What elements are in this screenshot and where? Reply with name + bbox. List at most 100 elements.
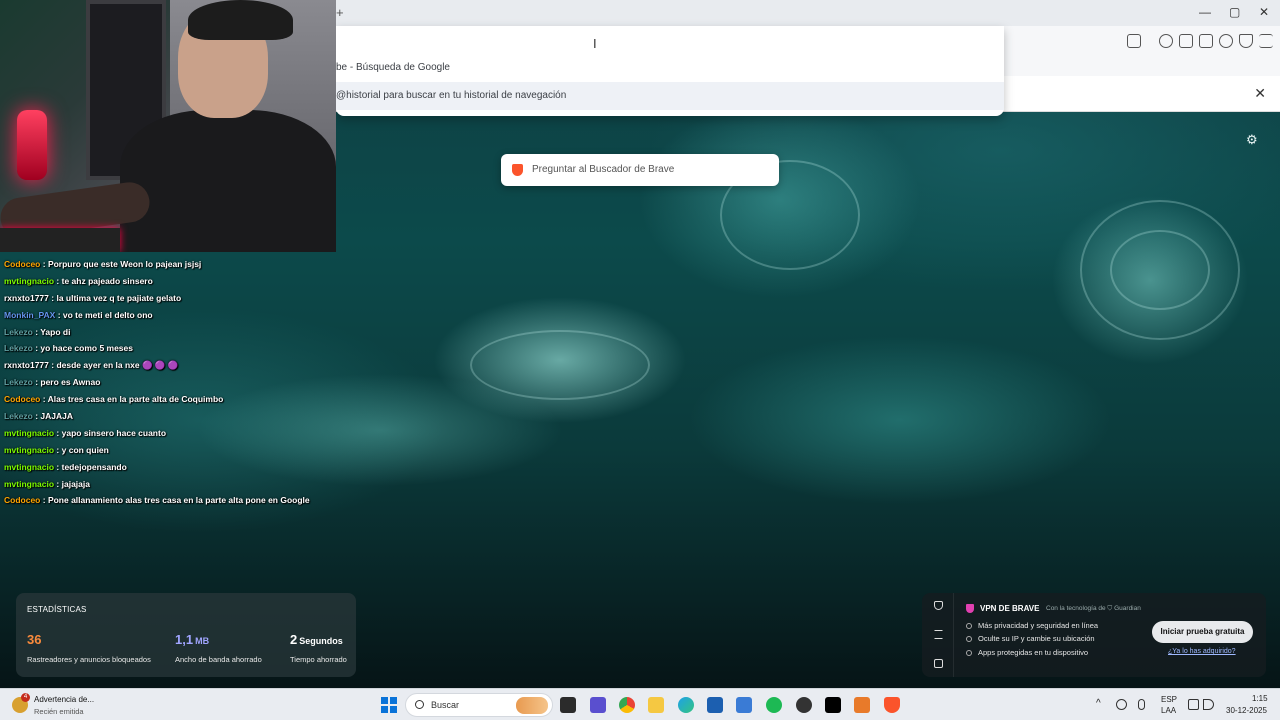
stats-widget: ESTADÍSTICAS 36 Rastreadores y anuncios …: [16, 593, 356, 677]
stat-trackers: 36 Rastreadores y anuncios bloqueados: [27, 631, 151, 664]
language-indicator[interactable]: ESP: [1161, 695, 1177, 704]
suggestion-label: be - Búsqueda de Google: [336, 62, 450, 73]
chat-text: Pone allanamiento alas tres casa en la p…: [47, 495, 310, 506]
app-icon[interactable]: [796, 697, 812, 713]
start-button[interactable]: [381, 697, 397, 713]
chat-message: Codoceo : Alas tres casa en la parte alt…: [4, 394, 334, 411]
chat-text: jajajaja: [61, 478, 90, 489]
stat-label: Tiempo ahorrado: [290, 655, 347, 664]
text-cursor-icon: I: [593, 36, 597, 51]
gear-icon[interactable]: ⚙: [1246, 132, 1258, 148]
chat-message: Lekezo : yo hace como 5 meses: [4, 343, 334, 360]
chat-username: Codoceo: [4, 259, 41, 269]
stat-unit: MB: [195, 636, 210, 646]
tab-manager-icon[interactable]: [1127, 34, 1141, 48]
close-window-button[interactable]: ✕: [1259, 5, 1269, 19]
chat-separator: :: [54, 444, 62, 455]
video-icon[interactable]: [934, 659, 943, 668]
vpn-feature-label: Apps protegidas en tu dispositivo: [978, 648, 1089, 657]
app-icon[interactable]: [590, 697, 606, 713]
chat-separator: :: [54, 275, 62, 286]
chat-text: desde ayer en la nxe 🟣 🟣 🟣: [56, 360, 179, 371]
stat-bandwidth: 1,1 MB Ancho de banda ahorrado: [175, 631, 262, 664]
widget-sidebar: [922, 593, 954, 677]
vpn-shield-icon[interactable]: [1239, 34, 1253, 48]
new-tab-button[interactable]: +: [336, 5, 344, 20]
leo-ai-icon[interactable]: [1219, 34, 1233, 48]
omnibox-suggestion[interactable]: @historial para buscar en tu historial d…: [336, 82, 1004, 110]
keyboard-layout[interactable]: LAA: [1161, 706, 1176, 715]
media-icon[interactable]: [1159, 34, 1173, 48]
brave-icon[interactable]: [884, 697, 900, 713]
wallet-icon[interactable]: [1199, 34, 1213, 48]
chat-separator: :: [40, 495, 48, 506]
chat-username: Monkin_PAX: [4, 309, 56, 320]
tray-app-icon[interactable]: [1116, 699, 1127, 710]
vpn-shield-icon[interactable]: [934, 601, 943, 610]
vpn-feature: Oculte su IP y cambie su ubicación: [966, 634, 1095, 643]
warning-icon[interactable]: [934, 630, 943, 639]
network-icon[interactable]: [1188, 699, 1199, 710]
chat-username: Lekezo: [4, 343, 33, 354]
chat-text: Alas tres casa en la parte alta de Coqui…: [47, 394, 224, 405]
stat-value: 1,1: [175, 632, 194, 647]
chat-message: Lekezo : pero es Awnao: [4, 377, 334, 394]
minimize-button[interactable]: —: [1199, 5, 1211, 19]
check-icon: [966, 636, 972, 643]
chat-text: tedejopensando: [61, 461, 127, 472]
edge-icon[interactable]: [678, 697, 694, 713]
vpn-feature: Apps protegidas en tu dispositivo: [966, 648, 1088, 657]
store-icon[interactable]: [707, 697, 723, 713]
chat-username: Codoceo: [4, 394, 41, 405]
brave-search-box[interactable]: Preguntar al Buscador de Brave: [501, 154, 779, 186]
chat-username: mvtingnacio: [4, 444, 55, 455]
vpn-title: VPN DE BRAVE: [980, 604, 1040, 613]
chrome-icon[interactable]: [619, 697, 635, 713]
start-trial-button[interactable]: Iniciar prueba gratuita: [1152, 621, 1253, 643]
omnibox-dropdown: I be - Búsqueda de Google @historial par…: [336, 26, 1004, 116]
app-icon[interactable]: [736, 697, 752, 713]
volume-icon[interactable]: [1203, 699, 1214, 710]
search-placeholder: Preguntar al Buscador de Brave: [532, 164, 675, 175]
clock-time[interactable]: 1:15: [1252, 694, 1268, 703]
streamer-hair: [188, 0, 293, 40]
omnibox-suggestion[interactable]: be - Búsqueda de Google: [336, 54, 1004, 82]
chat-text: pero es Awnao: [40, 377, 101, 388]
chat-message: mvtingnacio : te ahz pajeado sinsero: [4, 276, 334, 293]
check-icon: [966, 623, 972, 630]
clock-date[interactable]: 30-12-2025: [1226, 706, 1267, 715]
streamer-body: [120, 110, 336, 252]
stat-label: Ancho de banda ahorrado: [175, 655, 262, 664]
tray-chevron-icon[interactable]: ^: [1096, 698, 1101, 709]
chat-message: Codoceo : Pone allanamiento alas tres ca…: [4, 495, 334, 512]
chat-separator: :: [40, 394, 48, 405]
chat-username: Lekezo: [4, 377, 33, 388]
sidebar-icon[interactable]: [1179, 34, 1193, 48]
search-highlight-image: [516, 697, 548, 714]
chat-text: yapo sinsero hace cuanto: [61, 427, 167, 438]
wallpaper-swirl: [1110, 230, 1210, 310]
file-explorer-icon[interactable]: [648, 697, 664, 713]
chat-message: rxnxto1777 : desde ayer en la nxe 🟣 🟣 🟣: [4, 360, 334, 377]
microphone-icon[interactable]: [1138, 699, 1145, 710]
notification-badge: 4: [21, 693, 30, 702]
vpn-feature: Más privacidad y seguridad en línea: [966, 621, 1098, 630]
already-purchased-link[interactable]: ¿Ya lo has adquirido?: [1168, 648, 1236, 655]
spotify-icon[interactable]: [766, 697, 782, 713]
chat-message: Monkin_PAX : vo te meti el delto ono: [4, 310, 334, 327]
vpn-powered-by: Con la tecnología de ⛉ Guardian: [1046, 605, 1141, 612]
stat-label: Rastreadores y anuncios bloqueados: [27, 655, 151, 664]
wallpaper-swirl: [470, 330, 650, 400]
task-view-icon[interactable]: [560, 697, 576, 713]
taskbar-search[interactable]: Buscar: [405, 693, 553, 717]
menu-icon[interactable]: [1259, 34, 1273, 48]
infobar-close-icon[interactable]: ✕: [1254, 85, 1266, 102]
tiktok-icon[interactable]: [825, 697, 841, 713]
app-icon[interactable]: [854, 697, 870, 713]
chat-text: Yapo di: [40, 326, 71, 337]
chat-message: mvtingnacio : yapo sinsero hace cuanto: [4, 428, 334, 445]
maximize-button[interactable]: ▢: [1229, 5, 1240, 19]
vpn-feature-label: Más privacidad y seguridad en línea: [978, 621, 1099, 630]
microphone-image: [17, 110, 47, 180]
vpn-widget: VPN DE BRAVE Con la tecnología de ⛉ Guar…: [922, 593, 1266, 677]
